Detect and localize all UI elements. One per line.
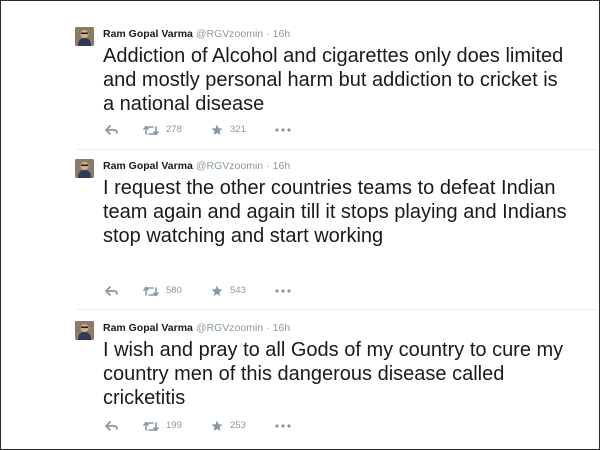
reply-icon <box>105 421 118 431</box>
retweet-count: 278 <box>166 124 182 135</box>
more-icon <box>275 424 291 428</box>
tweet-text: I request the other countries teams to d… <box>103 177 567 247</box>
username[interactable]: @RGVzoomin <box>196 28 263 40</box>
favorite-count: 321 <box>230 124 246 135</box>
timestamp[interactable]: 16h <box>273 160 291 172</box>
retweet-icon <box>143 421 159 431</box>
reply-button[interactable] <box>105 419 118 433</box>
retweet-icon <box>143 125 159 135</box>
more-icon <box>275 128 291 132</box>
more-button[interactable] <box>275 123 291 137</box>
username[interactable]: @RGVzoomin <box>196 160 263 172</box>
display-name[interactable]: Ram Gopal Varma <box>103 160 193 172</box>
avatar[interactable] <box>75 159 94 178</box>
tweet[interactable]: Ram Gopal Varma @RGVzoomin · 16h I wish and… <box>75 321 597 441</box>
favorite-count: 253 <box>230 420 246 431</box>
username[interactable]: @RGVzoomin <box>196 322 263 334</box>
retweet-count: 580 <box>166 285 182 296</box>
more-button[interactable] <box>275 419 291 433</box>
retweet-button[interactable]: 278 <box>143 123 182 137</box>
timestamp[interactable]: 16h <box>273 28 291 40</box>
more-button[interactable] <box>275 284 291 298</box>
favorite-button[interactable]: 253 <box>211 419 246 433</box>
star-icon <box>211 124 223 135</box>
separator-dot: · <box>266 160 270 172</box>
avatar[interactable] <box>75 321 94 340</box>
tweet-header: Ram Gopal Varma @RGVzoomin · 16h <box>103 28 290 41</box>
reply-icon <box>105 125 118 135</box>
separator-dot: · <box>266 28 270 40</box>
tweet-divider <box>77 309 597 310</box>
tweet[interactable]: Ram Gopal Varma @RGVzoomin · 16h I request … <box>75 159 597 304</box>
avatar[interactable] <box>75 27 94 46</box>
tweet-text: I wish and pray to all Gods of my countr… <box>103 339 564 409</box>
timestamp[interactable]: 16h <box>273 322 291 334</box>
tweet-header: Ram Gopal Varma @RGVzoomin · 16h <box>103 322 290 335</box>
favorite-count: 543 <box>230 285 246 296</box>
retweet-button[interactable]: 580 <box>143 284 182 298</box>
screenshot-frame: Ram Gopal Varma @RGVzoomin · 16h Addiction … <box>0 0 600 450</box>
reply-button[interactable] <box>105 123 118 137</box>
separator-dot: · <box>266 322 270 334</box>
retweet-button[interactable]: 199 <box>143 419 182 433</box>
tweet-divider <box>77 149 597 150</box>
star-icon <box>211 285 223 296</box>
favorite-button[interactable]: 543 <box>211 284 246 298</box>
star-icon <box>211 420 223 431</box>
retweet-count: 199 <box>166 420 182 431</box>
reply-icon <box>105 286 118 296</box>
tweet-header: Ram Gopal Varma @RGVzoomin · 16h <box>103 160 290 173</box>
tweet[interactable]: Ram Gopal Varma @RGVzoomin · 16h Addiction … <box>75 27 597 147</box>
retweet-icon <box>143 286 159 296</box>
more-icon <box>275 289 291 293</box>
reply-button[interactable] <box>105 284 118 298</box>
display-name[interactable]: Ram Gopal Varma <box>103 322 193 334</box>
favorite-button[interactable]: 321 <box>211 123 246 137</box>
tweet-text: Addiction of Alcohol and cigarettes only… <box>103 45 564 115</box>
display-name[interactable]: Ram Gopal Varma <box>103 28 193 40</box>
